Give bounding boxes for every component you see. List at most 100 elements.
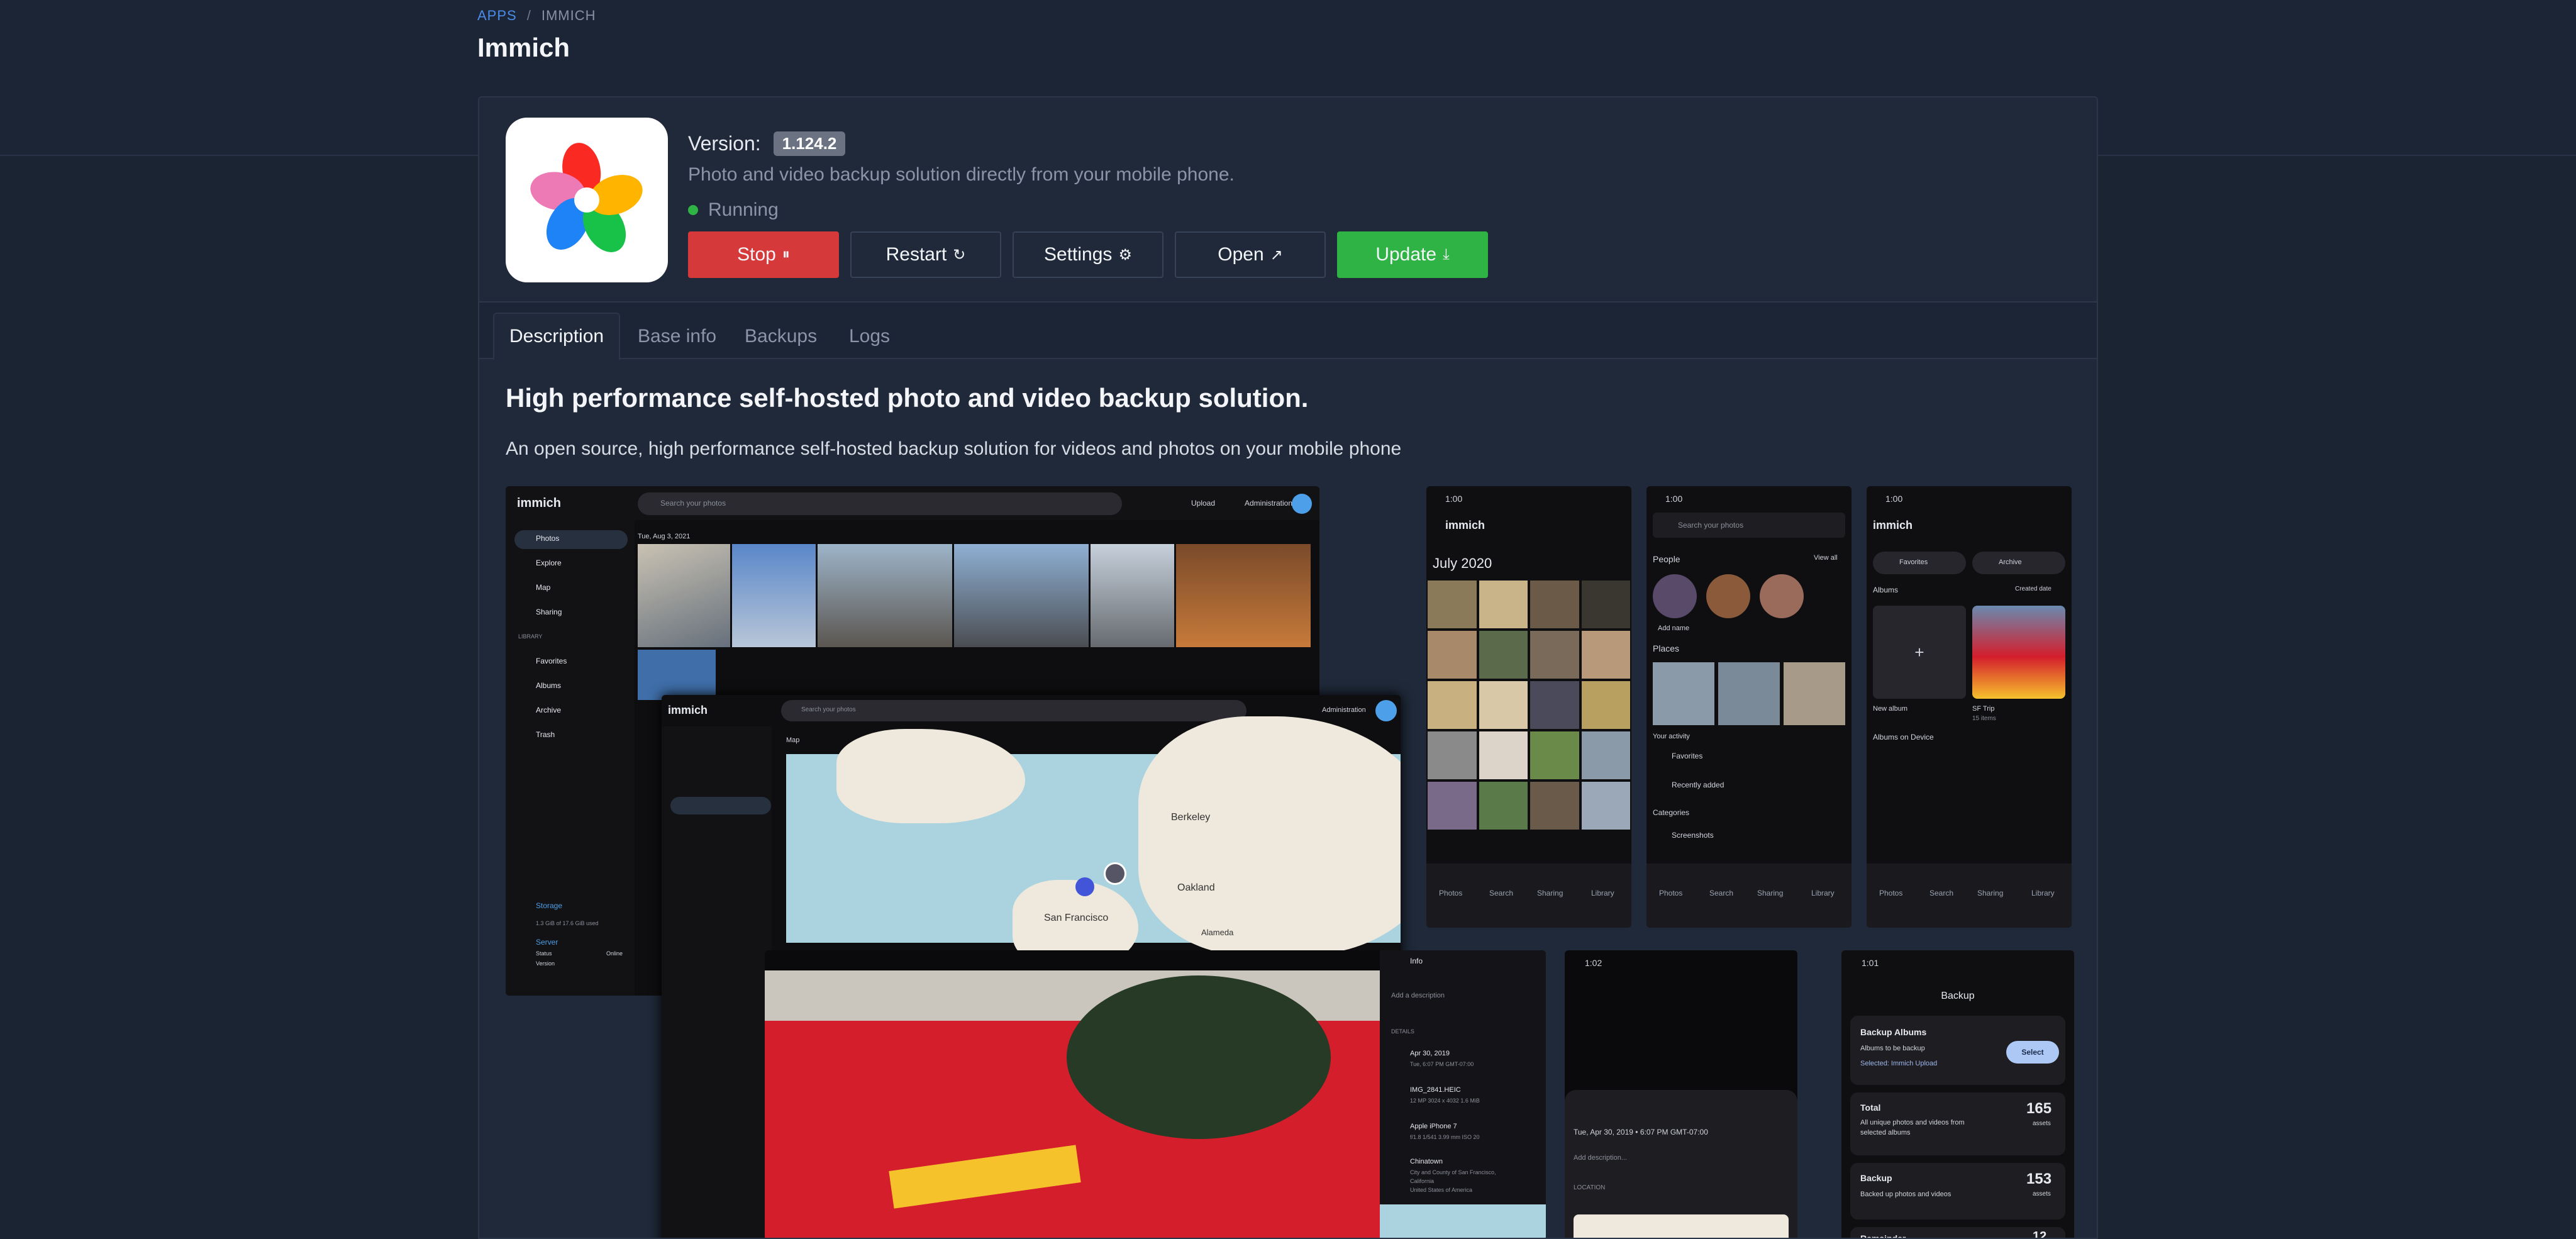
phone2-recent: Recently added [1672,781,1724,789]
tab-base-info[interactable]: Base info [623,313,731,360]
web1-nav-albums: Albums [536,681,562,690]
gear-icon: ⚙ [1118,246,1132,264]
web3-place: Chinatown [1410,1158,1443,1165]
phone3-nav-search: Search [1929,889,1954,897]
status-text: Running [708,199,779,220]
download-icon: ⤓ [1443,246,1450,263]
web1-nav-archive: Archive [536,706,562,714]
phone2-nav-sharing: Sharing [1757,889,1784,897]
screenshot-phone-photos: 1:00 immich July 2020 Photos Search Shar… [1426,486,1631,928]
tab-description[interactable]: Description [493,313,621,360]
tab-bar: Description Base info Backups Logs [479,301,2097,360]
phone3-nav-sharing: Sharing [1977,889,2004,897]
phone2-nav-library: Library [1811,889,1835,897]
phone5-title: Backup [1941,991,1975,1001]
phone1-nav-library: Library [1591,889,1614,897]
phone2-activity: Your activity [1653,733,1690,740]
web1-photo-row [638,544,1311,647]
settings-button[interactable]: Settings ⚙ [1013,231,1163,278]
immich-logo-icon [506,118,668,282]
phone3-on-device: Albums on Device [1873,733,1934,742]
phone3-favorites: Favorites [1899,558,1928,566]
web1-search-placeholder: Search your photos [660,499,726,508]
phone3-sf-items: 15 items [1972,715,1996,722]
phone5-albums-sub: Albums to be backup [1860,1045,1925,1052]
breadcrumb-apps-link[interactable]: APPS [477,8,517,23]
phone2-add-name: Add name [1658,625,1690,632]
web2-map-alameda: Alameda [1201,928,1234,937]
tab-backups[interactable]: Backups [730,313,832,360]
web1-nav-favorites: Favorites [536,657,567,665]
phone1-month: July 2020 [1433,555,1492,571]
phone3-albums: Albums [1873,586,1899,594]
web2-search-placeholder: Search your photos [801,706,856,713]
version-label: Version: [688,132,761,155]
phone2-nav-search: Search [1709,889,1734,897]
web3-camera: Apple iPhone 7 [1410,1123,1457,1130]
open-button[interactable]: Open ↗ [1175,231,1326,278]
phone3-new-album: New album [1873,705,1908,713]
phone2-time: 1:00 [1665,494,1683,504]
web1-date-heading: Tue, Aug 3, 2021 [638,533,691,540]
web1-server-online: Online [606,950,623,957]
web1-nav-trash: Trash [536,730,555,739]
phone5-total-count: 165 [2026,1100,2052,1117]
phone4-time: 1:02 [1585,958,1602,968]
web3-info-title: Info [1410,957,1423,965]
web1-server-status: Status [536,950,552,957]
phone5-backup-assets: assets [2033,1191,2051,1197]
phone5-remainder: Remainder [1860,1233,1906,1239]
web1-nav-photos: Photos [536,534,560,543]
update-button[interactable]: Update ⤓ [1337,231,1488,278]
phone1-nav-search: Search [1489,889,1514,897]
update-label: Update [1375,244,1437,265]
restart-button[interactable]: Restart ↻ [850,231,1001,278]
phone5-total: Total [1860,1103,1881,1113]
phone5-selected: Selected: Immich Upload [1860,1060,1938,1067]
phone4-add-description: Add description... [1574,1154,1627,1162]
web2-map-oakland: Oakland [1177,882,1215,893]
phone2-search-placeholder: Search your photos [1678,521,1744,530]
phone3-sf-trip: SF Trip [1972,705,1995,713]
web1-version-label: Version [536,960,555,967]
action-buttons: Stop ⏸ Restart ↻ Settings ⚙ Open ↗ Update ⤓ [688,231,1488,278]
phone5-backup-count: 153 [2026,1170,2052,1187]
screenshot-web-photo-viewer: Info Add a description DETAILS Apr 30, 2… [765,950,1546,1238]
settings-label: Settings [1044,244,1113,265]
tab-logs[interactable]: Logs [834,313,905,360]
screenshot-phone-library: 1:00 immich Favorites Archive Albums Cre… [1867,486,2072,928]
phone5-total-sub2: selected albums [1860,1129,1911,1136]
phone2-people: People [1653,554,1680,564]
version-row: Version: 1.124.2 [688,131,846,156]
web1-upload: Upload [1191,499,1216,508]
phone1-bottom-nav: Photos Search Sharing Library [1426,864,1631,928]
phone5-backup-albums: Backup Albums [1860,1027,1927,1037]
stop-button[interactable]: Stop ⏸ [688,231,839,278]
screenshot-phone-detail: 1:02 Tue, Apr 30, 2019 • 6:07 PM GMT-07:… [1565,950,1797,1238]
web2-map-sf: San Francisco [1044,913,1109,923]
app-short-description: Photo and video backup solution directly… [688,164,1235,185]
status-indicator: Running [688,199,779,221]
screenshot-phone-search: 1:00 Search your photos People View all … [1646,486,1852,928]
web1-nav-map: Map [536,583,551,592]
phone2-nav-photos: Photos [1659,889,1683,897]
web3-date-sub: Tue, 6:07 PM GMT-07:00 [1410,1061,1474,1067]
breadcrumb-current: IMMICH [541,8,596,23]
phone3-time: 1:00 [1885,494,1903,504]
web1-avatar [1292,494,1312,514]
external-link-icon: ↗ [1270,246,1283,264]
phone3-nav-photos: Photos [1879,889,1903,897]
web2-map-title: Map [786,736,800,744]
web3-place-sub1: City and County of San Francisco, [1410,1169,1496,1175]
page-title: Immich [477,33,570,62]
phone2-view-all: View all [1814,554,1838,562]
phone5-backup: Backup [1860,1173,1892,1183]
status-dot-icon [688,205,698,215]
phone5-select-button: Select [2006,1041,2059,1064]
phone3-created-date: Created date [2015,586,2051,592]
phone4-location: LOCATION [1574,1184,1606,1191]
web2-map-berkeley: Berkeley [1171,812,1211,823]
web2-map-photo-marker [1104,862,1126,885]
web3-add-description: Add a description [1391,992,1445,999]
pause-icon: ⏸ [782,246,790,263]
